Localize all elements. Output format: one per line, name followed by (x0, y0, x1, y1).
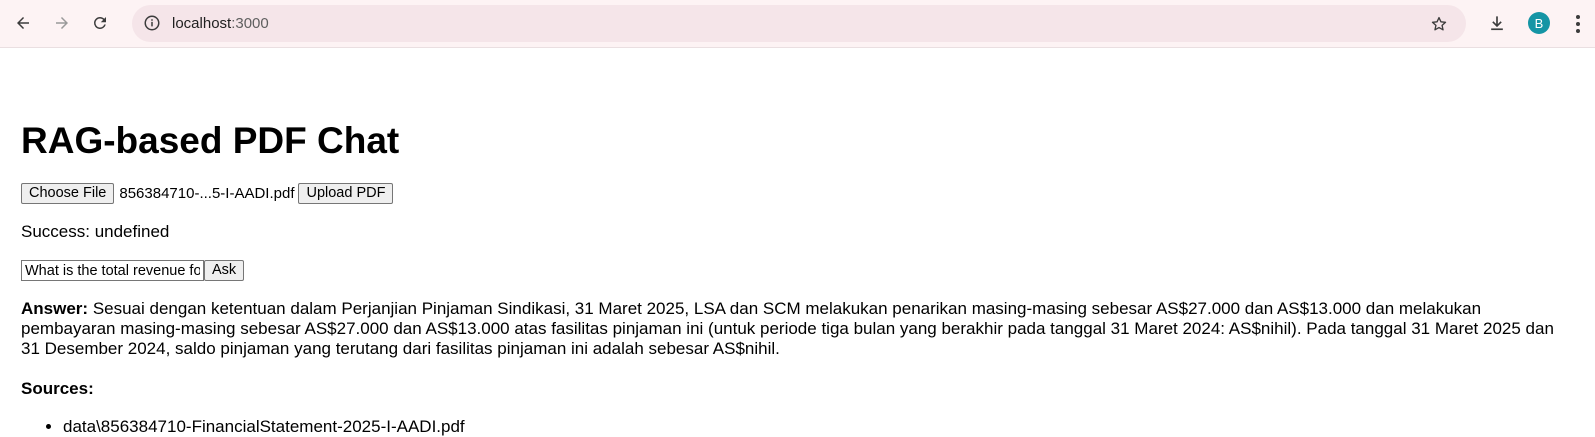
sources-list: data\856384710-FinancialStatement-2025-I… (21, 417, 465, 437)
question-input[interactable] (21, 260, 204, 281)
upload-row: Choose File 856384710-...5-I-AADI.pdf Up… (21, 183, 394, 204)
selected-file-name: 856384710-...5-I-AADI.pdf (119, 185, 295, 202)
choose-file-button[interactable]: Choose File (21, 183, 115, 204)
profile-avatar[interactable]: B (1528, 12, 1550, 34)
answer-text: Sesuai dengan ketentuan dalam Perjanjian… (21, 299, 1554, 358)
url-host: localhost (172, 15, 232, 32)
reload-icon (93, 16, 106, 29)
status-message: Success: undefined (21, 222, 170, 241)
forward-button[interactable] (47, 8, 77, 38)
answer-block: Answer: Sesuai dengan ketentuan dalam Pe… (21, 299, 1561, 359)
arrow-left-icon (17, 17, 29, 29)
page-title: RAG-based PDF Chat (21, 120, 400, 161)
sources-heading: Sources: (21, 379, 94, 398)
back-button[interactable] (8, 8, 38, 38)
address-bar[interactable]: localhost:3000 (132, 5, 1466, 42)
question-row: Ask (21, 260, 245, 281)
ask-button[interactable]: Ask (204, 260, 245, 281)
browser-menu-icon[interactable] (1568, 12, 1588, 36)
url-port: :3000 (231, 15, 269, 32)
site-info-icon[interactable] (138, 9, 166, 37)
upload-pdf-button[interactable]: Upload PDF (298, 183, 394, 204)
arrow-right-icon (56, 17, 68, 29)
download-icon[interactable] (1484, 10, 1510, 36)
reload-button[interactable] (85, 8, 115, 38)
url-text: localhost:3000 (172, 15, 269, 32)
answer-label: Answer: (21, 299, 89, 318)
bookmark-star-icon[interactable] (1425, 10, 1452, 37)
browser-toolbar: localhost:3000 B (0, 0, 1595, 48)
source-item: data\856384710-FinancialStatement-2025-I… (63, 417, 465, 437)
